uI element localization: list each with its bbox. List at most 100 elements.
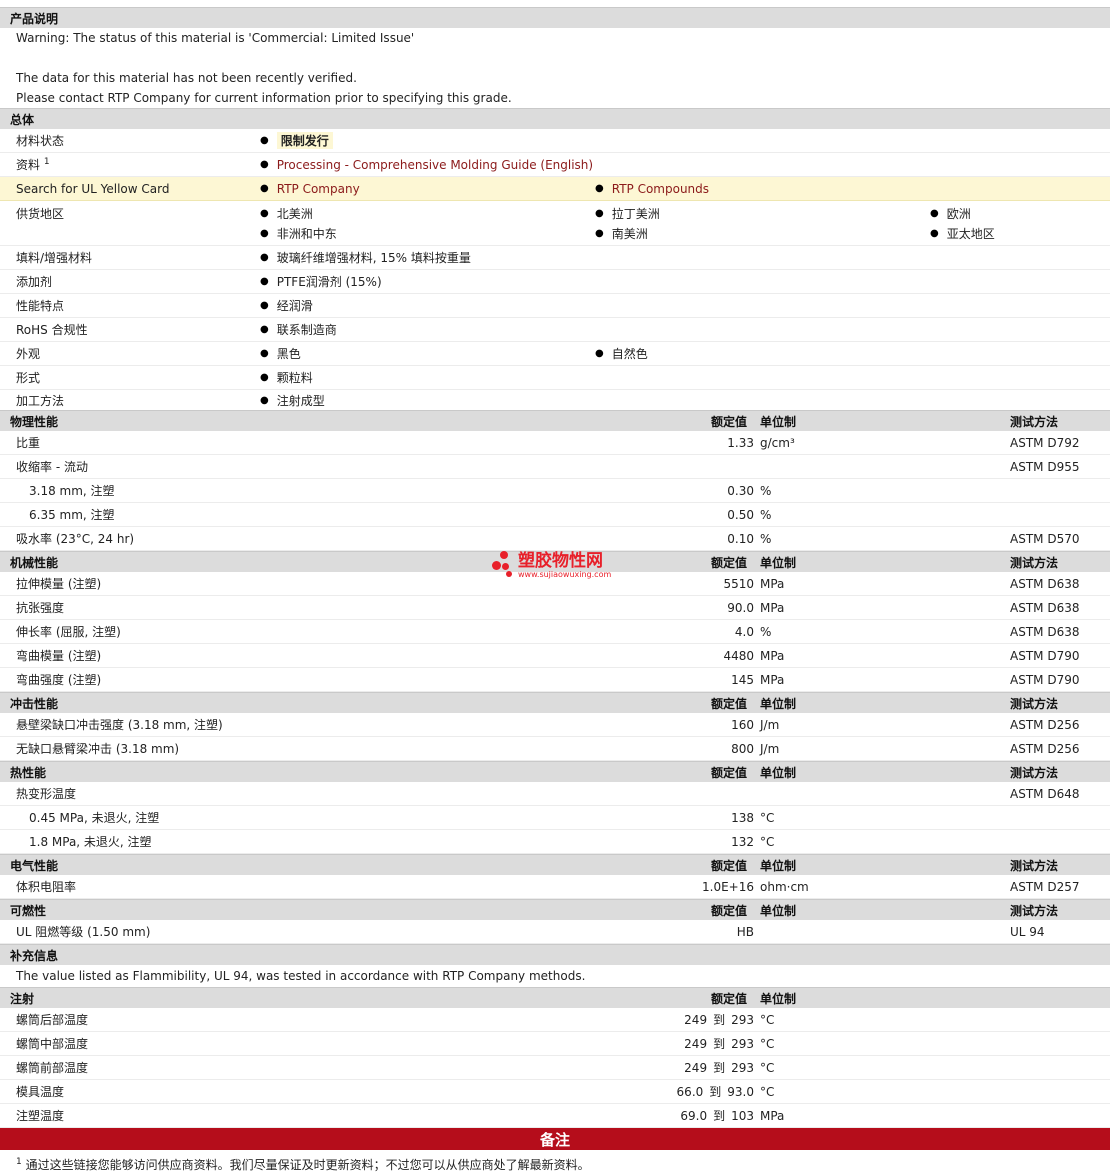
warning-text: Warning: The status of this material is …	[16, 31, 415, 45]
logo-dots-icon	[492, 551, 518, 581]
notes-header: 备注	[0, 1128, 1110, 1150]
section-header-injection: 注射 额定值 单位制	[0, 987, 1110, 1008]
property-unit: ohm·cm	[760, 879, 809, 894]
property-unit: g/cm³	[760, 435, 795, 450]
property-unit: MPa	[760, 600, 785, 615]
injection-rows: 螺筒后部温度 249 到 293 °C 螺筒中部温度 249 到 293 °C 螺筒前部温度 249 到…	[0, 1008, 1110, 1128]
property-test-method: ASTM D790	[1010, 648, 1080, 663]
injection-unit: °C	[760, 1084, 775, 1099]
property-label: 体积电阻率	[16, 880, 77, 894]
property-label: 拉伸模量 (注塑)	[16, 577, 102, 591]
property-value: 1.0E+16	[702, 879, 754, 894]
property-row: 弯曲强度 (注塑) 145 MPa ASTM D790	[0, 668, 1110, 692]
property-value: 145	[731, 672, 754, 687]
property-unit: °C	[760, 834, 775, 849]
property-unit: J/m	[760, 741, 780, 756]
injection-label: 螺筒中部温度	[16, 1037, 89, 1051]
property-row: UL 阻燃等级 (1.50 mm) HB UL 94	[0, 920, 1110, 944]
property-test-method: ASTM D792	[1010, 435, 1080, 450]
property-value: 90.0	[727, 600, 754, 615]
section-header-thermal: 热性能 额定值 单位制 测试方法	[0, 761, 1110, 782]
property-label: 无缺口悬臂梁冲击 (3.18 mm)	[16, 742, 180, 756]
row-features: 性能特点 ● 经润滑	[0, 294, 1110, 318]
injection-label: 注塑温度	[16, 1109, 65, 1123]
property-test-method: ASTM D638	[1010, 576, 1080, 591]
injection-range: 249 到 293	[684, 1037, 754, 1051]
row-ul-search: Search for UL Yellow Card ● RTP Company ●…	[0, 177, 1110, 201]
row-additive: 添加剂 ● PTFE润滑剂 (15%)	[0, 270, 1110, 294]
property-sections: 物理性能 额定值 单位制 测试方法比重 1.33 g/cm³ ASTM D792 收缩率 - …	[0, 410, 1110, 944]
row-process: 加工方法 ● 注射成型	[0, 390, 1110, 410]
property-value: 1.33	[727, 435, 754, 450]
section-header-general: 总体	[0, 108, 1110, 129]
injection-range: 69.0 到 103	[680, 1109, 754, 1123]
row-appearance: 外观 ● 黑色 ● 自然色	[0, 342, 1110, 366]
property-value: 5510	[723, 576, 754, 591]
injection-label: 螺筒后部温度	[16, 1013, 89, 1027]
property-value: 4.0	[734, 624, 754, 639]
rtp-company-link[interactable]: RTP Company	[277, 182, 360, 196]
section-header-supplemental: 补充信息	[0, 944, 1110, 965]
property-test-method: ASTM D638	[1010, 624, 1080, 639]
property-label: 1.8 MPa, 未退火, 注塑	[29, 835, 152, 849]
property-unit: J/m	[760, 717, 780, 732]
property-value: 0.30	[727, 483, 754, 498]
property-label: 弯曲强度 (注塑)	[16, 673, 102, 687]
injection-range: 66.0 到 93.0	[676, 1085, 754, 1099]
property-label: 弯曲模量 (注塑)	[16, 649, 102, 663]
property-row: 0.45 MPa, 未退火, 注塑 138 °C	[0, 806, 1110, 830]
property-row: 1.8 MPa, 未退火, 注塑 132 °C	[0, 830, 1110, 854]
property-unit: %	[760, 531, 772, 546]
injection-range: 249 到 293	[684, 1013, 754, 1027]
injection-unit: °C	[760, 1060, 775, 1075]
property-row: 伸长率 (屈服, 注塑) 4.0% ASTM D638	[0, 620, 1110, 644]
property-label: 抗张强度	[16, 601, 65, 615]
property-value: HB	[736, 924, 754, 939]
property-label: 比重	[16, 436, 41, 450]
property-unit: %	[760, 507, 772, 522]
property-label: 收缩率 - 流动	[16, 460, 88, 474]
property-row: 3.18 mm, 注塑 0.30%	[0, 479, 1110, 503]
datasheet-page: 产品说明 Warning: The status of this materia…	[0, 0, 1110, 1173]
property-value: 138	[731, 810, 754, 825]
property-row: 无缺口悬臂梁冲击 (3.18 mm) 800 J/m ASTM D256	[0, 737, 1110, 761]
section-header-impact: 冲击性能 额定值 单位制 测试方法	[0, 692, 1110, 713]
section-header-electrical: 电气性能 额定值 单位制 测试方法	[0, 854, 1110, 875]
property-test-method: ASTM D955	[1010, 459, 1080, 474]
watermark-title: 塑胶物性网	[518, 551, 603, 571]
row-form: 形式 ● 颗粒料	[0, 366, 1110, 390]
row-filler: 填料/增强材料 ● 玻璃纤维增强材料, 15% 填料按重量	[0, 246, 1110, 270]
injection-range: 249 到 293	[684, 1061, 754, 1075]
rtp-compounds-link[interactable]: RTP Compounds	[612, 182, 709, 196]
injection-row: 模具温度 66.0 到 93.0 °C	[0, 1080, 1110, 1104]
property-row: 悬壁梁缺口冲击强度 (3.18 mm, 注塑) 160 J/m ASTM D256	[0, 713, 1110, 737]
status-badge: 限制发行	[276, 132, 333, 149]
property-label: 伸长率 (屈服, 注塑)	[16, 625, 121, 639]
property-value: 132	[731, 834, 754, 849]
injection-unit: °C	[760, 1012, 775, 1027]
property-unit: °C	[760, 810, 775, 825]
injection-unit: MPa	[760, 1108, 785, 1123]
injection-row: 螺筒前部温度 249 到 293 °C	[0, 1056, 1110, 1080]
property-unit: MPa	[760, 576, 785, 591]
docs-link[interactable]: Processing - Comprehensive Molding Guide…	[277, 158, 593, 172]
section-header-physical: 物理性能 额定值 单位制 测试方法	[0, 410, 1110, 431]
property-unit: MPa	[760, 672, 785, 687]
property-test-method: ASTM D256	[1010, 717, 1080, 732]
contact-note: Please contact RTP Company for current i…	[16, 91, 512, 105]
property-test-method: ASTM D638	[1010, 600, 1080, 615]
property-value: 0.10	[727, 531, 754, 546]
injection-row: 螺筒中部温度 249 到 293 °C	[0, 1032, 1110, 1056]
injection-row: 注塑温度 69.0 到 103 MPa	[0, 1104, 1110, 1128]
property-test-method: ASTM D790	[1010, 672, 1080, 687]
injection-unit: °C	[760, 1036, 775, 1051]
injection-label: 螺筒前部温度	[16, 1061, 89, 1075]
injection-row: 螺筒后部温度 249 到 293 °C	[0, 1008, 1110, 1032]
injection-label: 模具温度	[16, 1085, 65, 1099]
property-label: 吸水率 (23°C, 24 hr)	[16, 532, 135, 546]
property-row: 收缩率 - 流动 ASTM D955	[0, 455, 1110, 479]
property-label: 6.35 mm, 注塑	[29, 508, 115, 522]
property-test-method: ASTM D648	[1010, 786, 1080, 801]
property-label: 悬壁梁缺口冲击强度 (3.18 mm, 注塑)	[16, 718, 223, 732]
footnote: 1 通过这些链接您能够访问供应商资料。我们尽量保证及时更新资料；不过您可以从供应…	[16, 1157, 590, 1172]
